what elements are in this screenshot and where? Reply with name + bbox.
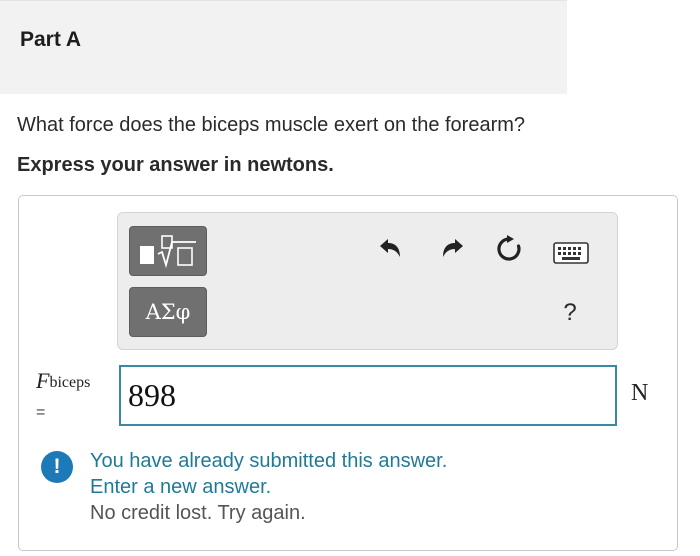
templates-button[interactable] <box>129 226 207 276</box>
symbols-button[interactable]: ΑΣφ <box>129 287 207 337</box>
reset-button[interactable] <box>492 232 526 266</box>
answer-input[interactable]: 898 <box>119 365 617 426</box>
reset-icon <box>497 235 521 261</box>
undo-icon <box>380 239 400 257</box>
redo-icon <box>443 239 463 257</box>
keyboard-icon <box>553 242 589 264</box>
alert-icon: ! <box>41 451 73 483</box>
feedback-note: No credit lost. Try again. <box>90 502 306 524</box>
part-title: Part A <box>20 28 82 51</box>
feedback-message: You have already submitted this answer. <box>90 450 448 472</box>
undo-button[interactable] <box>373 232 407 266</box>
equals-sign: = <box>36 404 46 421</box>
part-header: Part A <box>0 0 567 94</box>
instruction-text: Express your answer in newtons. <box>17 154 334 176</box>
variable-label: Fbiceps <box>36 368 90 394</box>
redo-button[interactable] <box>436 232 470 266</box>
feedback-instruction: Enter a new answer. <box>90 476 272 498</box>
templates-icon <box>140 235 196 269</box>
variable-symbol: F <box>36 368 50 393</box>
help-button[interactable]: ? <box>555 297 585 329</box>
keyboard-button[interactable] <box>551 240 591 266</box>
variable-subscript: biceps <box>49 374 91 391</box>
question-text: What force does the biceps muscle exert … <box>17 114 526 136</box>
unit-label: N <box>631 380 649 406</box>
